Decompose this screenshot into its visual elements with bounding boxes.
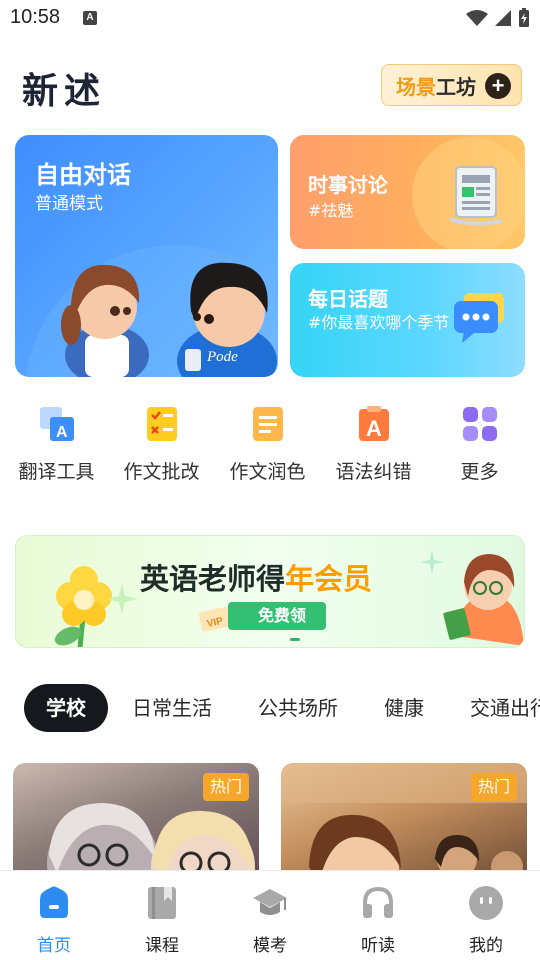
scene-workshop-label-1: 场景 bbox=[396, 74, 436, 99]
news-title: 时事讨论 bbox=[308, 173, 388, 197]
newspaper-icon bbox=[450, 166, 502, 226]
nav-label: 听读 bbox=[361, 936, 395, 956]
nav-listen-read[interactable]: 听读 bbox=[324, 885, 432, 956]
shirt-text-deco: Pode bbox=[206, 349, 238, 365]
wifi-icon bbox=[466, 10, 488, 26]
bottom-nav: 首页 课程 模考 听读 我的 bbox=[0, 870, 540, 960]
tab-transport[interactable]: 交通出行 bbox=[448, 684, 540, 732]
profile-icon bbox=[468, 885, 504, 921]
news-discussion-card[interactable]: 时事讨论 #祛魅 bbox=[290, 135, 525, 249]
svg-text:A: A bbox=[56, 424, 68, 441]
tab-school[interactable]: 学校 bbox=[24, 684, 108, 732]
notification-icon: A bbox=[83, 11, 97, 25]
daily-topic-subtitle: #你最喜欢哪个季节 bbox=[308, 313, 450, 332]
hot-badge: 热门 bbox=[203, 773, 249, 801]
banner-headline: 英语老师得年会员 bbox=[140, 556, 372, 598]
news-subtitle: #祛魅 bbox=[308, 201, 354, 220]
grammar-icon: A bbox=[355, 405, 393, 443]
hot-badge: 热门 bbox=[471, 773, 517, 801]
home-icon bbox=[36, 885, 72, 921]
tool-label: 翻译工具 bbox=[18, 461, 95, 483]
tab-public-places[interactable]: 公共场所 bbox=[236, 684, 360, 732]
chat-bubble-icon bbox=[454, 293, 504, 343]
tool-label: 作文批改 bbox=[123, 461, 200, 483]
tool-more[interactable]: 更多 bbox=[426, 405, 533, 484]
tool-label: 作文润色 bbox=[229, 461, 306, 483]
scene-workshop-button[interactable]: 场景 工坊 + bbox=[381, 64, 522, 106]
tab-daily-life[interactable]: 日常生活 bbox=[110, 684, 234, 732]
nav-courses[interactable]: 课程 bbox=[108, 885, 216, 956]
daily-topic-card[interactable]: 每日话题 #你最喜欢哪个季节 bbox=[290, 263, 525, 377]
kids-illustration: Pode bbox=[61, 262, 277, 377]
free-talk-card[interactable]: 自由对话 普通模式 Pode bbox=[15, 135, 278, 377]
category-tabs: 学校日常生活公共场所健康交通出行 bbox=[24, 684, 540, 732]
tab-health[interactable]: 健康 bbox=[362, 684, 446, 732]
tools-row: A 翻译工具 作文批改 作文润色 A 语法纠错 更多 bbox=[0, 405, 540, 485]
promo-banner[interactable]: 英语老师得年会员 VIP 免费领 bbox=[15, 535, 525, 648]
svg-text:A: A bbox=[366, 416, 382, 441]
translate-icon: A bbox=[38, 405, 76, 443]
book-icon bbox=[144, 885, 180, 921]
banner-page-indicator bbox=[290, 638, 300, 641]
flower-illustration bbox=[54, 566, 137, 647]
nav-home[interactable]: 首页 bbox=[0, 885, 108, 956]
scenario-card[interactable]: 热门 bbox=[13, 763, 259, 883]
graduation-cap-icon bbox=[252, 885, 288, 921]
plus-circle-icon: + bbox=[485, 73, 511, 99]
tool-label: 更多 bbox=[460, 461, 499, 483]
daily-topic-title: 每日话题 bbox=[308, 287, 388, 311]
tool-essay-correct[interactable]: 作文批改 bbox=[108, 405, 215, 484]
tool-essay-polish[interactable]: 作文润色 bbox=[214, 405, 321, 484]
tool-grammar[interactable]: A 语法纠错 bbox=[320, 405, 427, 484]
more-grid-icon bbox=[461, 405, 499, 443]
nav-label: 首页 bbox=[37, 936, 71, 956]
nav-label: 模考 bbox=[253, 936, 287, 956]
claim-free-button[interactable]: 免费领 bbox=[228, 602, 326, 630]
scenario-card[interactable]: 热门 bbox=[281, 763, 527, 883]
banner-headline-main: 英语老师得 bbox=[140, 562, 286, 596]
nav-profile[interactable]: 我的 bbox=[432, 885, 540, 956]
nav-label: 我的 bbox=[469, 936, 503, 956]
banner-headline-highlight: 年会员 bbox=[285, 562, 373, 596]
essay-polish-icon bbox=[249, 405, 287, 443]
tool-label: 语法纠错 bbox=[335, 461, 412, 483]
essay-correct-icon bbox=[143, 405, 181, 443]
nav-mock-exam[interactable]: 模考 bbox=[216, 885, 324, 956]
signal-icon bbox=[495, 10, 511, 26]
nav-label: 课程 bbox=[145, 936, 179, 956]
teacher-illustration bbox=[422, 550, 524, 646]
battery-icon bbox=[519, 8, 529, 27]
status-icons bbox=[466, 8, 530, 28]
app-title: 新述 bbox=[22, 71, 107, 112]
headphones-icon bbox=[360, 885, 396, 921]
tool-translate[interactable]: A 翻译工具 bbox=[3, 405, 110, 484]
scene-workshop-label-2: 工坊 bbox=[436, 74, 476, 99]
status-time: 10:58 bbox=[10, 6, 61, 28]
status-bar: 10:58 A bbox=[0, 0, 540, 36]
